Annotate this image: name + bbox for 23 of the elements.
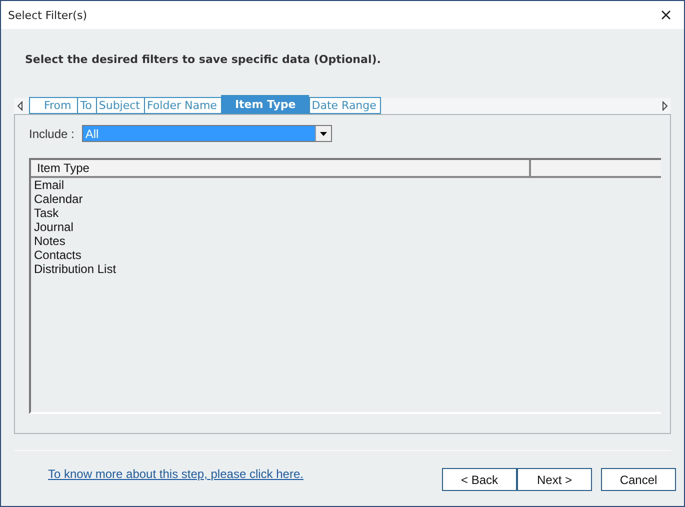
close-icon[interactable]	[661, 10, 671, 20]
dropdown-arrow-icon	[320, 132, 328, 136]
help-link[interactable]: To know more about this step, please click here.	[48, 467, 304, 481]
scroll-right-icon[interactable]	[662, 101, 668, 111]
tab[interactable]: To	[77, 97, 96, 114]
dialog-button[interactable]: < Back	[442, 468, 517, 491]
window-title: Select Filter(s)	[8, 8, 87, 22]
list-item[interactable]: Notes	[31, 234, 661, 248]
list-item[interactable]: Journal	[31, 220, 661, 234]
tab[interactable]: Subject	[96, 97, 144, 114]
list-item[interactable]: Distribution List	[31, 262, 661, 276]
tab[interactable]: Date Range	[308, 97, 382, 114]
include-label: Include :	[29, 126, 74, 140]
tab[interactable]: From	[29, 97, 78, 114]
scroll-left-icon[interactable]	[17, 101, 23, 111]
list-item[interactable]: Contacts	[31, 248, 661, 262]
tab[interactable]: Folder Name	[144, 97, 221, 114]
list-item[interactable]: Task	[31, 206, 661, 220]
dialog-button[interactable]: Next >	[517, 468, 592, 491]
list-item[interactable]: Calendar	[31, 192, 661, 206]
list-item[interactable]: Email	[31, 178, 661, 192]
dialog-button[interactable]: Cancel	[601, 468, 676, 491]
instruction-text: Select the desired filters to save specific data (Optional).	[25, 53, 382, 66]
